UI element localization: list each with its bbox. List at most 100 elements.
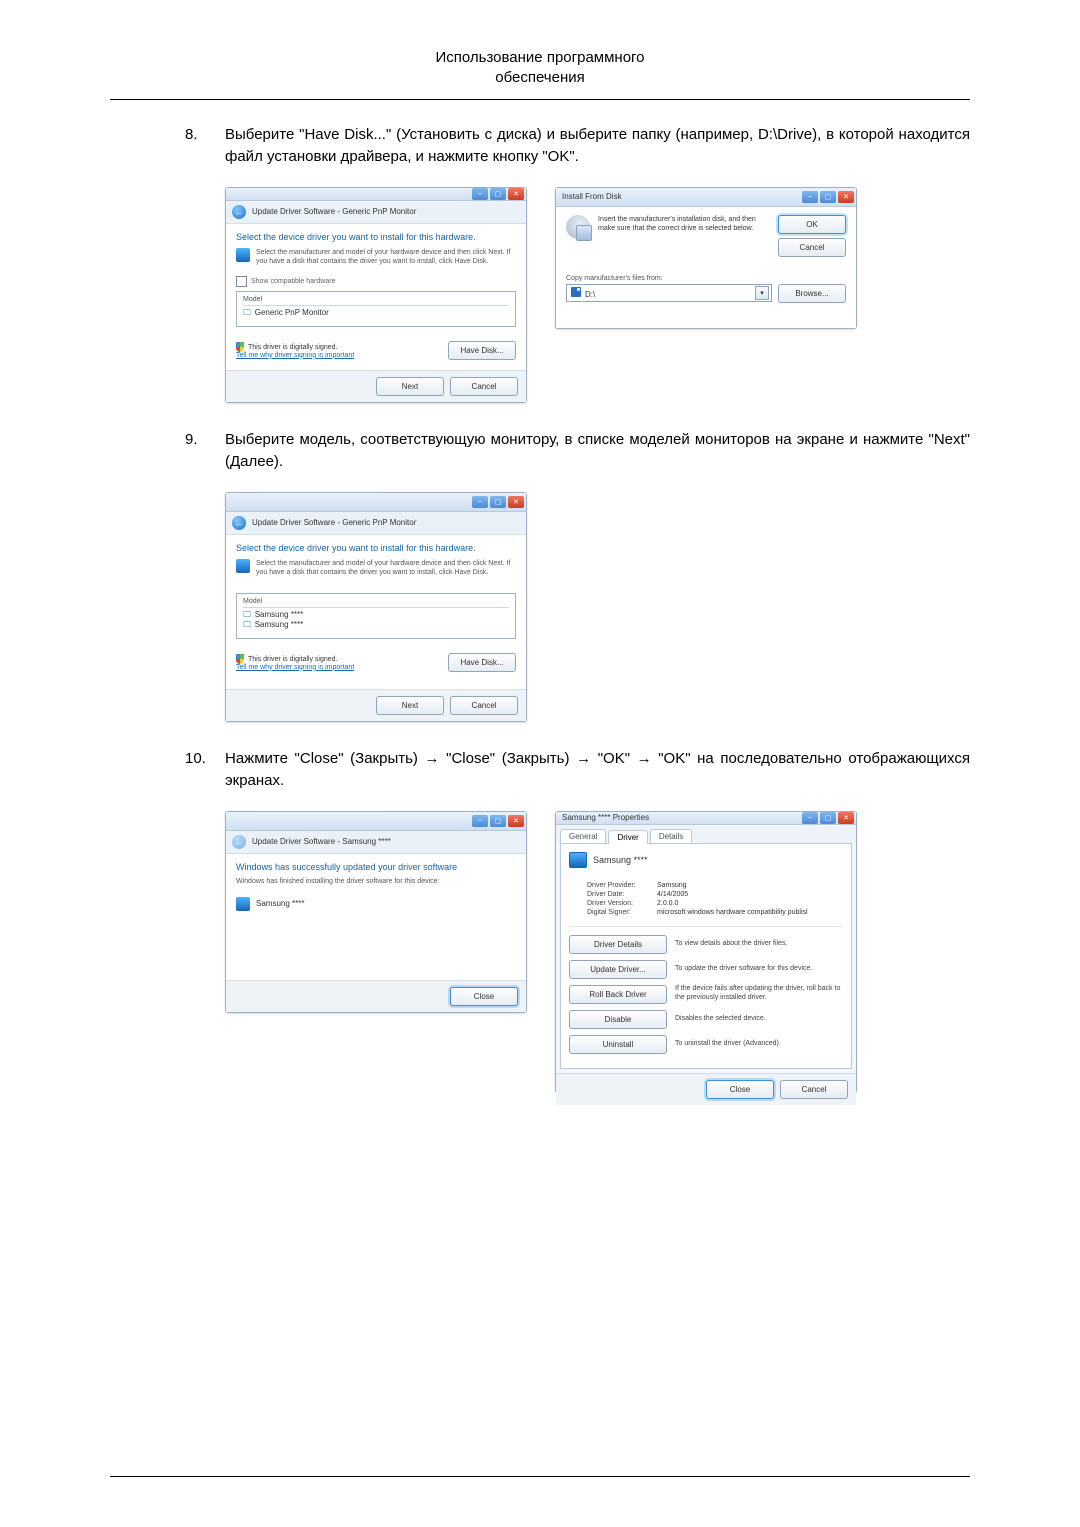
instruction-sub: Select the manufacturer and model of you… <box>236 559 516 577</box>
kv-signer: Digital Signer:microsoft windows hardwar… <box>587 909 843 916</box>
next-button[interactable]: Next <box>376 696 444 715</box>
minimize-icon[interactable]: – <box>472 188 488 200</box>
signed-text: This driver is digitally signed. Tell me… <box>236 654 354 671</box>
kv-provider: Driver Provider:Samsung <box>587 882 843 889</box>
success-sub: Windows has finished installing the driv… <box>236 878 516 885</box>
cancel-button[interactable]: Cancel <box>450 377 518 396</box>
model-list[interactable]: Model 🖵Generic PnP Monitor <box>236 291 516 327</box>
checkbox-icon[interactable] <box>236 276 247 287</box>
model-list-header: Model <box>243 296 509 306</box>
close-icon[interactable]: ✕ <box>838 191 854 203</box>
success-heading: Windows has successfully updated your dr… <box>236 862 516 872</box>
breadcrumb-text: Update Driver Software - Generic PnP Mon… <box>252 518 416 527</box>
signed-row: This driver is digitally signed. Tell me… <box>236 653 516 672</box>
minimize-icon[interactable]: – <box>472 815 488 827</box>
dialog-buttons: Next Cancel <box>226 370 526 402</box>
window-title: Install From Disk <box>558 192 800 201</box>
back-icon[interactable]: ← <box>232 205 246 219</box>
window-title: Samsung **** Properties <box>558 813 800 822</box>
next-button[interactable]: Next <box>376 377 444 396</box>
maximize-icon[interactable]: ▢ <box>490 815 506 827</box>
maximize-icon[interactable]: ▢ <box>820 191 836 203</box>
browse-button[interactable]: Browse... <box>778 284 846 303</box>
dropdown-icon[interactable]: ▾ <box>755 286 769 300</box>
step-8: 8. Выберите "Have Disk..." (Установить с… <box>185 124 970 169</box>
footer-rule <box>110 1476 970 1477</box>
back-icon[interactable]: ← <box>232 516 246 530</box>
titlebar: – ▢ ✕ <box>226 812 526 831</box>
close-button[interactable]: Close <box>450 987 518 1006</box>
have-disk-button[interactable]: Have Disk... <box>448 653 516 672</box>
ok-button[interactable]: OK <box>778 215 846 234</box>
signing-link[interactable]: Tell me why driver signing is important <box>236 664 354 671</box>
titlebar: – ▢ ✕ <box>226 493 526 512</box>
step-9: 9. Выберите модель, соответствующую мони… <box>185 429 970 474</box>
tab-driver[interactable]: Driver <box>608 830 647 844</box>
breadcrumb-text: Update Driver Software - Samsung **** <box>252 837 391 846</box>
update-driver-desc: To update the driver software for this d… <box>675 965 843 974</box>
tab-details[interactable]: Details <box>650 829 692 843</box>
model-list-item[interactable]: 🖵Samsung **** <box>243 620 509 630</box>
header-line-2: обеспечения <box>110 68 970 88</box>
dialog-update-success: – ▢ ✕ ← Update Driver Software - Samsung… <box>225 811 527 1013</box>
shield-icon <box>236 342 244 352</box>
maximize-icon[interactable]: ▢ <box>490 496 506 508</box>
device-name: Samsung **** <box>593 855 648 865</box>
signing-link[interactable]: Tell me why driver signing is important <box>236 352 354 359</box>
model-list[interactable]: Model 🖵Samsung **** 🖵Samsung **** <box>236 593 516 639</box>
close-button[interactable]: Close <box>706 1080 774 1099</box>
path-value: D:\ <box>571 287 595 299</box>
path-combo[interactable]: D:\ ▾ <box>566 284 772 302</box>
have-disk-button[interactable]: Have Disk... <box>448 341 516 360</box>
minimize-icon[interactable]: – <box>802 191 818 203</box>
step-number: 10. <box>185 748 225 793</box>
disable-button[interactable]: Disable <box>569 1010 667 1029</box>
dialog-update-driver-2: – ▢ ✕ ← Update Driver Software - Generic… <box>225 492 527 722</box>
uninstall-button[interactable]: Uninstall <box>569 1035 667 1054</box>
close-icon[interactable]: ✕ <box>508 188 524 200</box>
close-icon[interactable]: ✕ <box>508 496 524 508</box>
dialog-device-properties: Samsung **** Properties – ▢ ✕ General Dr… <box>555 811 857 1093</box>
dialog-body: Insert the manufacturer's installation d… <box>556 207 856 328</box>
ifd-side-buttons: OK Cancel <box>778 215 846 257</box>
kv-version: Driver Version:2.0.0.0 <box>587 900 843 907</box>
driver-details-button[interactable]: Driver Details <box>569 935 667 954</box>
copy-from-field: Copy manufacturer's files from: D:\ ▾ Br… <box>566 275 846 303</box>
update-driver-button[interactable]: Update Driver... <box>569 960 667 979</box>
show-compatible-checkbox[interactable]: Show compatible hardware <box>236 276 516 287</box>
minimize-icon[interactable]: – <box>472 496 488 508</box>
dialog-buttons: Close <box>226 980 526 1012</box>
monitor-icon <box>236 897 250 911</box>
ifd-top: Insert the manufacturer's installation d… <box>566 215 846 257</box>
uninstall-desc: To uninstall the driver (Advanced). <box>675 1040 843 1049</box>
row-uninstall: Uninstall To uninstall the driver (Advan… <box>569 1035 843 1054</box>
instruction-heading: Select the device driver you want to ins… <box>236 232 516 242</box>
step-number: 8. <box>185 124 225 169</box>
cancel-button[interactable]: Cancel <box>780 1080 848 1099</box>
disable-desc: Disables the selected device. <box>675 1015 843 1024</box>
minimize-icon[interactable]: – <box>802 812 818 824</box>
checkbox-label: Show compatible hardware <box>251 278 335 285</box>
rollback-button[interactable]: Roll Back Driver <box>569 985 667 1004</box>
close-icon[interactable]: ✕ <box>508 815 524 827</box>
cancel-button[interactable]: Cancel <box>778 238 846 257</box>
dialog-body: Select the device driver you want to ins… <box>226 535 526 689</box>
step-number: 9. <box>185 429 225 474</box>
breadcrumb-text: Update Driver Software - Generic PnP Mon… <box>252 207 416 216</box>
device-icon <box>236 559 250 573</box>
model-list-item[interactable]: 🖵Samsung **** <box>243 610 509 620</box>
copy-from-row: D:\ ▾ Browse... <box>566 284 846 303</box>
shield-icon <box>236 654 244 664</box>
step8-screenshots: – ▢ ✕ ← Update Driver Software - Generic… <box>225 187 970 403</box>
instruction-heading: Select the device driver you want to ins… <box>236 543 516 553</box>
breadcrumb: ← Update Driver Software - Samsung **** <box>226 831 526 854</box>
tab-panel: Samsung **** Driver Provider:Samsung Dri… <box>560 843 852 1069</box>
maximize-icon[interactable]: ▢ <box>820 812 836 824</box>
titlebar: Samsung **** Properties – ▢ ✕ <box>556 812 856 825</box>
tab-general[interactable]: General <box>560 829 606 843</box>
cancel-button[interactable]: Cancel <box>450 696 518 715</box>
maximize-icon[interactable]: ▢ <box>490 188 506 200</box>
model-list-item[interactable]: 🖵Generic PnP Monitor <box>243 308 509 318</box>
back-icon: ← <box>232 835 246 849</box>
close-icon[interactable]: ✕ <box>838 812 854 824</box>
